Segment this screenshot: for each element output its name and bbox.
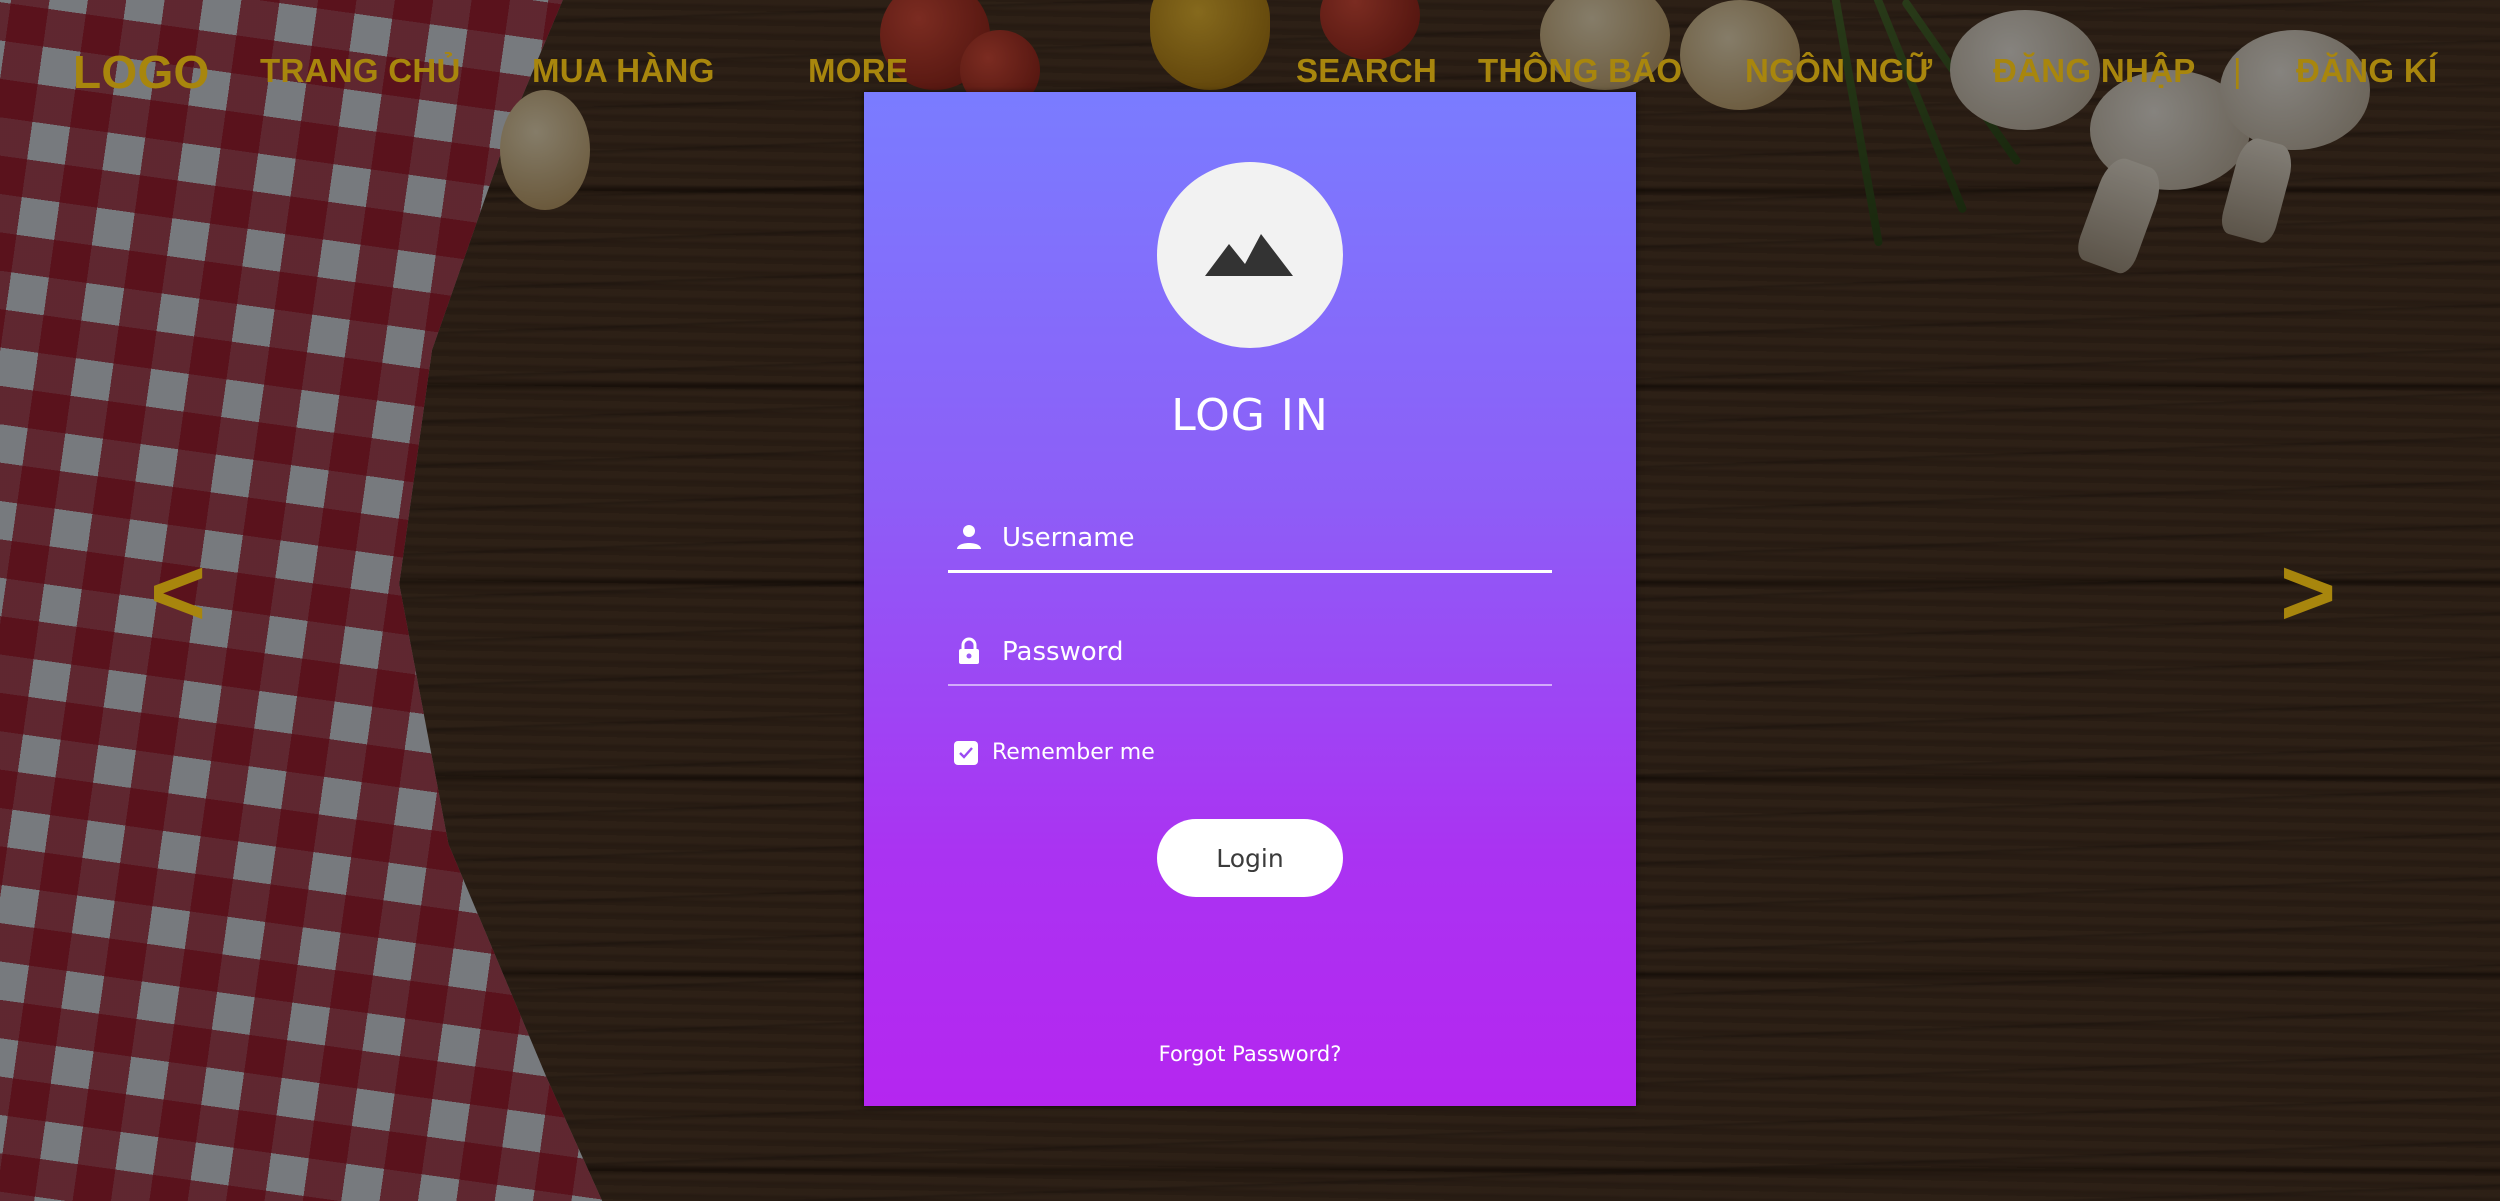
slider-next-arrow[interactable]: > [2280,545,2336,641]
nav-search[interactable]: SEARCH [1296,52,1437,90]
slider-prev-arrow[interactable]: < [150,545,206,641]
avatar [1157,162,1343,348]
remember-label: Remember me [992,740,1155,765]
lock-icon [959,637,979,664]
username-field [948,500,1552,573]
nav-shop[interactable]: MUA HÀNG [532,52,715,90]
checkmark-icon [959,746,973,759]
login-button[interactable]: Login [1157,819,1343,897]
login-card: LOG IN Remember me Login [864,92,1636,1106]
nav-more[interactable]: MORE [808,52,908,90]
password-input[interactable] [1000,624,1544,680]
nav-home[interactable]: TRANG CHỦ [260,52,461,90]
remember-checkbox[interactable] [954,740,978,765]
nav-login[interactable]: ĐĂNG NHẬP [1993,52,2196,90]
nav-register[interactable]: ĐĂNG KÍ [2296,52,2437,90]
page: LOGO TRANG CHỦ MUA HÀNG MORE SEARCH THÔN… [0,0,2500,1201]
user-icon [957,525,981,549]
nav-language[interactable]: NGÔN NGỮ [1745,52,1932,90]
password-field [948,614,1552,686]
mountain-icon [1205,234,1293,276]
logo[interactable]: LOGO [73,45,210,99]
remember-me[interactable]: Remember me [954,740,1155,765]
username-input[interactable] [1000,510,1544,566]
forgot-password-link[interactable]: Forgot Password? [864,1042,1636,1066]
nav-notifications[interactable]: THÔNG BÁO [1478,52,1682,90]
login-title: LOG IN [1171,390,1329,441]
nav-separator: | [2233,52,2242,89]
